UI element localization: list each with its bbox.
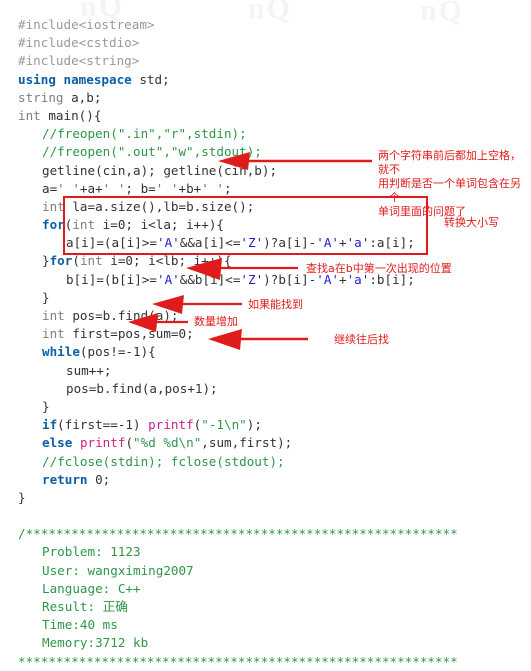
code-token: using namespace: [18, 71, 132, 87]
code-line: User: wangximing2007: [0, 562, 531, 580]
code-token: }: [42, 289, 50, 305]
code-token: int: [42, 308, 65, 323]
code-token: Result: 正确: [42, 599, 128, 614]
code-token: while: [42, 344, 80, 360]
code-token: a=: [42, 180, 58, 196]
code-token: a,b;: [63, 89, 102, 105]
code-token: );: [246, 417, 262, 433]
code-line: int first=pos,sum=0;: [0, 325, 531, 343]
annotation-case-note: 转换大小写: [444, 216, 499, 229]
code-token: main(){: [40, 107, 102, 123]
code-token: getline(cin,a); getline(cin,b);: [42, 162, 278, 178]
code-line: #include<iostream>: [0, 16, 531, 34]
code-token: ' ': [57, 180, 80, 196]
code-token: ,sum,first);: [201, 435, 293, 451]
code-line: //freopen(".in","r",stdin);: [0, 125, 531, 143]
code-token: ; b=: [125, 180, 156, 196]
code-line: else printf("%d %d\n",sum,first);: [0, 434, 531, 452]
code-line: int main(){: [0, 107, 531, 125]
code-token: return: [42, 471, 88, 487]
code-line: using namespace std;: [0, 71, 531, 89]
code-token: printf: [79, 435, 126, 451]
code-line: string a,b;: [0, 89, 531, 107]
code-token: int: [79, 253, 103, 269]
code-token: //freopen(".in","r",stdin);: [42, 126, 247, 142]
code-token: b[i]=(b[i]>=: [66, 271, 157, 287]
code-token: "-1\n": [201, 417, 247, 433]
code-token: (: [72, 253, 80, 269]
code-token: #include<iostream>: [18, 17, 155, 32]
code-token: //freopen(".out","w",stdout);: [42, 144, 262, 160]
code-token: 0;: [87, 471, 111, 487]
code-token: Language: C++: [42, 580, 141, 596]
code-token: //fclose(stdin); fclose(stdout);: [42, 453, 285, 469]
code-token: User: wangximing2007: [42, 562, 194, 578]
code-token: else: [42, 435, 73, 451]
code-line: while(pos!=-1){: [0, 343, 531, 361]
code-token: }: [42, 398, 50, 414]
code-line: Time:40 ms: [0, 616, 531, 634]
annotation-padding-note: 两个字符串前后都加上空格，就不 用判断是否一个单词包含在另一个 单词里面的问题了: [378, 149, 521, 218]
code-token: }: [42, 253, 50, 269]
annotation-find-first-note: 查找a在b中第一次出现的位置: [306, 262, 452, 275]
code-line: sum++;: [0, 362, 531, 380]
code-line: }: [0, 489, 531, 507]
code-token: ' ': [155, 180, 179, 196]
code-token: Memory:3712 kb: [42, 635, 149, 651]
code-line: Problem: 1123: [0, 543, 531, 561]
code-token: if: [42, 417, 58, 433]
code-token: pos=b.find(a);: [64, 308, 179, 323]
code-line: Result: 正确: [0, 598, 531, 616]
code-line: //fclose(stdin); fclose(stdout);: [0, 453, 531, 471]
code-line: return 0;: [0, 471, 531, 489]
code-token: int: [18, 107, 41, 123]
code-line: if(first==-1) printf("-1\n");: [0, 416, 531, 434]
code-token: first=pos,sum=0;: [64, 326, 194, 342]
code-token: #include<string>: [18, 53, 140, 69]
annotation-count-increase-note: 数量增加: [194, 315, 238, 328]
code-token: +a+: [79, 180, 103, 196]
code-token: for: [49, 253, 73, 269]
code-token: string: [18, 89, 64, 105]
code-token: for: [42, 217, 65, 233]
code-line: pos=b.find(a,pos+1);: [0, 380, 531, 398]
code-line: Memory:3712 kb: [0, 634, 531, 652]
highlight-box-case-conversion: [63, 196, 428, 255]
code-token: Time:40 ms: [42, 617, 118, 633]
annotation-if-found-note: 如果能找到: [248, 298, 303, 311]
code-token: ' ': [102, 180, 126, 196]
code-token: 'A': [157, 271, 180, 287]
code-token: Problem: 1123: [42, 544, 141, 560]
code-line: }: [0, 398, 531, 416]
code-token: #include<cstdio>: [18, 35, 140, 51]
code-token: i=0; i<lb; i++){: [102, 253, 232, 269]
annotation-keep-searching-note: 继续往后找: [334, 333, 389, 346]
code-token: 'Z': [240, 271, 264, 287]
code-token: printf: [148, 417, 194, 433]
code-token: +b+: [178, 180, 202, 196]
code-token: ' ': [201, 180, 225, 196]
code-editor-source[interactable]: #include<iostream> #include<cstdio> #inclu…: [0, 0, 531, 671]
code-token: int: [42, 326, 65, 342]
code-token: pos=b.find(a,pos+1);: [66, 380, 218, 396]
code-line: Language: C++: [0, 580, 531, 598]
code-line: ****************************************…: [0, 653, 531, 671]
code-line: #include<cstdio>: [0, 34, 531, 52]
code-line: #include<string>: [0, 52, 531, 70]
code-token: int: [42, 198, 65, 214]
code-token: ****************************************…: [18, 653, 458, 669]
code-token: }: [18, 489, 26, 505]
code-token: (: [125, 435, 134, 451]
code-token: std;: [131, 71, 170, 87]
code-token: (first==-1): [57, 417, 149, 433]
code-token: &&b[i]<=: [179, 271, 241, 287]
code-line: /***************************************…: [0, 525, 531, 543]
code-token: "%d %d\n": [133, 435, 202, 451]
code-token: /***************************************…: [18, 526, 458, 542]
code-token: (pos!=-1){: [79, 344, 156, 360]
code-token: sum++;: [66, 362, 112, 378]
code-token: ;: [224, 180, 232, 196]
